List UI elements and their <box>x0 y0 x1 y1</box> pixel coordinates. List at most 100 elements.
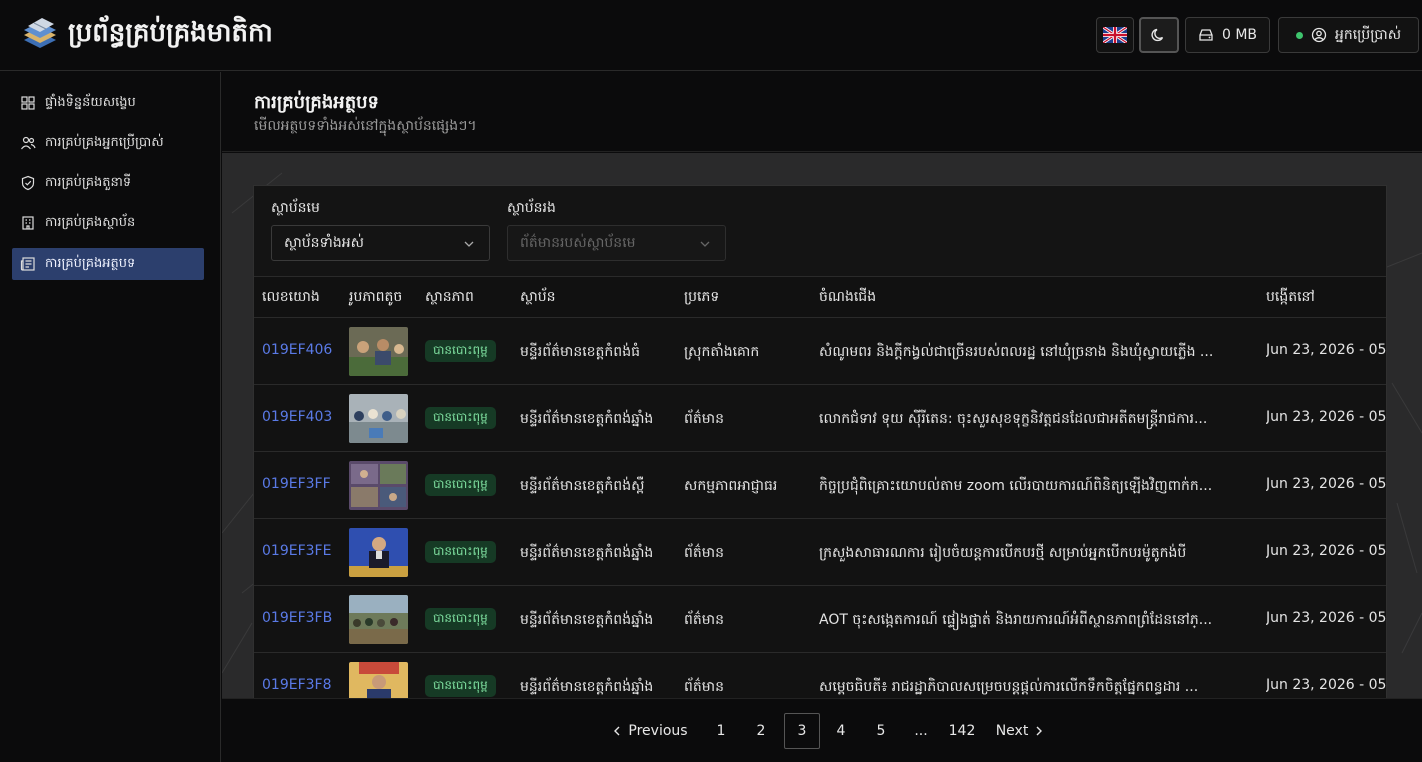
created-cell: Jun 23, 2026 - 05: <box>1266 610 1387 626</box>
sidebar: ផ្ទាំងទិន្នន័យសង្ខេប ការគ្រប់គ្រងអ្នកប្រ… <box>0 72 221 762</box>
article-ref-link[interactable]: 019EF3FE <box>262 543 331 559</box>
created-cell: Jun 23, 2026 - 05: <box>1266 677 1387 693</box>
child-org-placeholder: ព័ត៌មានរបស់ស្ថាប័នមេ <box>520 234 636 251</box>
table-row[interactable]: 019EF403 បានបោះពុម្ព មន្ទីរព័ត៌មានខេត្តក… <box>254 385 1387 452</box>
chevron-down-icon <box>700 241 710 247</box>
title-cell: សម្តេចធិបតី៖ រាជរដ្ឋាភិបាលសម្រេចបន្តផ្តល… <box>819 679 1199 695</box>
created-cell: Jun 23, 2026 - 05: <box>1266 342 1387 358</box>
user-circle-icon <box>1311 27 1327 43</box>
table-row[interactable]: 019EF406 បានបោះពុម្ព មន្ទីរព័ត៌មានខេត្តក… <box>254 318 1387 385</box>
article-ref-link[interactable]: 019EF3FF <box>262 476 331 492</box>
newspaper-icon <box>20 257 35 271</box>
user-menu-button[interactable]: អ្នកប្រើប្រាស់ <box>1278 17 1419 53</box>
storage-label: 0 MB <box>1221 27 1258 43</box>
table-row[interactable]: 019EF3FE បានបោះពុម្ព មន្ទីរព័ត៌មានខេត្តក… <box>254 519 1387 586</box>
dashboard-icon <box>21 96 35 110</box>
table-row[interactable]: 019EF3F8 បានបោះពុម្ព មន្ទីរព័ត៌មានខេត្តក… <box>254 653 1387 698</box>
article-thumbnail[interactable] <box>349 595 408 644</box>
parent-org-select[interactable]: ស្ថាប័នទាំងអស់ <box>271 225 490 261</box>
app-title: ប្រព័ន្ធគ្រប់គ្រងមាតិកា <box>68 18 273 48</box>
type-cell: ព័ត៌មាន <box>684 545 724 561</box>
sidebar-item-articles[interactable]: ការគ្រប់គ្រងអត្ថបទ <box>12 248 204 280</box>
org-cell: មន្ទីរព័ត៌មានខេត្តកំពង់ឆ្នាំង <box>520 679 654 695</box>
column-header-status[interactable]: ស្ថានភាព <box>425 287 474 308</box>
next-page-button[interactable]: Next <box>990 713 1050 749</box>
article-ref-link[interactable]: 019EF403 <box>262 409 332 425</box>
title-cell: ក្រសួងសាធារណការ រៀបចំយន្តការបើកបរថ្មី សម… <box>819 545 1187 561</box>
sidebar-item-dashboard[interactable]: ផ្ទាំងទិន្នន័យសង្ខេប <box>12 87 204 119</box>
status-badge: បានបោះពុម្ព <box>425 474 496 496</box>
created-cell: Jun 23, 2026 - 05: <box>1266 409 1387 425</box>
type-cell: ព័ត៌មាន <box>684 612 724 628</box>
page-subtitle: មើលអត្ថបទទាំងអស់នៅក្នុងស្ថាប័នផ្សេងៗ។ <box>254 118 477 134</box>
page-button-2[interactable]: 2 <box>743 713 779 749</box>
parent-org-label: ស្ថាប័នមេ <box>271 200 320 216</box>
table-row[interactable]: 019EF3FF បានបោះពុម្ព មន្ទីរព័ត៌មានខេត្តក… <box>254 452 1387 519</box>
article-thumbnail[interactable] <box>349 528 408 577</box>
chevron-right-icon <box>1036 726 1043 736</box>
page-button-5[interactable]: 5 <box>863 713 899 749</box>
column-header-ref[interactable]: លេខយោង <box>262 287 320 308</box>
language-button[interactable] <box>1096 17 1134 53</box>
title-cell: កិច្ចប្រជុំពិគ្រោះយោបល់តាម zoom លើរបាយកា… <box>819 478 1213 494</box>
moon-icon <box>1151 28 1164 42</box>
article-thumbnail[interactable] <box>349 327 408 376</box>
table-row[interactable]: 019EF3FB បានបោះពុម្ព មន្ទីរព័ត៌មានខេត្តក… <box>254 586 1387 653</box>
sidebar-item-label: ការគ្រប់គ្រងអ្នកប្រើប្រាស់ <box>45 134 164 150</box>
online-status-dot <box>1295 31 1303 39</box>
pagination-bar: Previous 1 2 3 4 5 ... 142 Next <box>222 698 1422 762</box>
article-thumbnail[interactable] <box>349 662 408 698</box>
type-cell: ព័ត៌មាន <box>684 679 724 695</box>
article-thumbnail[interactable] <box>349 461 408 510</box>
shield-icon <box>21 175 35 191</box>
parent-org-value: ស្ថាប័នទាំងអស់ <box>284 234 364 251</box>
chevron-left-icon <box>614 726 620 736</box>
page-button-1[interactable]: 1 <box>703 713 739 749</box>
article-thumbnail[interactable] <box>349 394 408 443</box>
title-cell: AOT ចុះសង្កេតការណ៍ ផ្ទៀងផ្ទាត់ និងរាយការ… <box>819 612 1213 628</box>
type-cell: ព័ត៌មាន <box>684 411 724 427</box>
child-org-select[interactable]: ព័ត៌មានរបស់ស្ថាប័នមេ <box>507 225 726 261</box>
status-badge: បានបោះពុម្ព <box>425 340 496 362</box>
building-icon <box>22 216 34 230</box>
sidebar-item-roles[interactable]: ការគ្រប់គ្រងតួនាទី <box>12 167 204 199</box>
org-cell: មន្ទីរព័ត៌មានខេត្តកំពង់ស្ពឺ <box>520 478 645 494</box>
type-cell: ស្រុកតាំងគោក <box>684 344 760 360</box>
next-label: Next <box>995 723 1029 739</box>
article-ref-link[interactable]: 019EF406 <box>262 342 332 358</box>
theme-toggle-button[interactable] <box>1139 17 1179 53</box>
title-cell: សំណូមពរ និងក្តីកង្វល់ជាច្រើនរបស់ពលរដ្ឋ ន… <box>819 344 1214 360</box>
page-header: ការគ្រប់គ្រងអត្ថបទ មើលអត្ថបទទាំងអស់នៅក្ន… <box>222 72 1422 152</box>
column-header-thumbnail[interactable]: រូបភាពតូច <box>349 287 402 308</box>
table-header: លេខយោង រូបភាពតូច ស្ថានភាព ស្ថាប័ន ប្រភេទ… <box>254 276 1386 318</box>
article-ref-link[interactable]: 019EF3F8 <box>262 677 332 693</box>
column-header-type[interactable]: ប្រភេទ <box>684 287 719 308</box>
page-button-142[interactable]: 142 <box>942 713 982 749</box>
status-badge: បានបោះពុម្ព <box>425 541 496 563</box>
sidebar-item-label: ការគ្រប់គ្រងស្ថាប័ន <box>45 214 136 230</box>
sidebar-item-users[interactable]: ការគ្រប់គ្រងអ្នកប្រើប្រាស់ <box>12 127 204 159</box>
page-button-4[interactable]: 4 <box>823 713 859 749</box>
app-header: ប្រព័ន្ធគ្រប់គ្រងមាតិកា 0 MB អ្នកប្រើប្រ… <box>0 0 1422 71</box>
storage-button[interactable]: 0 MB <box>1185 17 1270 53</box>
org-cell: មន្ទីរព័ត៌មានខេត្តកំពង់ធំ <box>520 344 640 360</box>
column-header-title[interactable]: ចំណងជើង <box>819 287 876 308</box>
sidebar-item-organizations[interactable]: ការគ្រប់គ្រងស្ថាប័ន <box>12 207 204 239</box>
org-cell: មន្ទីរព័ត៌មានខេត្តកំពង់ឆ្នាំង <box>520 612 654 628</box>
stacked-books-logo-icon <box>24 18 56 48</box>
created-cell: Jun 23, 2026 - 05: <box>1266 543 1387 559</box>
status-badge: បានបោះពុម្ព <box>425 608 496 630</box>
uk-flag-icon <box>1103 27 1127 43</box>
column-header-organization[interactable]: ស្ថាប័ន <box>520 287 556 308</box>
page-button-3-current[interactable]: 3 <box>784 713 820 749</box>
sidebar-item-label: ផ្ទាំងទិន្នន័យសង្ខេប <box>45 94 136 110</box>
sidebar-item-label: ការគ្រប់គ្រងតួនាទី <box>45 174 132 190</box>
title-cell: លោកជំទាវ ទុយ ស៊ីរីតេន: ចុះសួរសុខទុក្ខនិវ… <box>819 411 1208 427</box>
page-title: ការគ្រប់គ្រងអត្ថបទ <box>254 92 379 113</box>
column-header-created[interactable]: បង្កើតនៅ <box>1266 287 1315 308</box>
org-cell: មន្ទីរព័ត៌មានខេត្តកំពង់ឆ្នាំង <box>520 411 654 427</box>
created-cell: Jun 23, 2026 - 05: <box>1266 476 1387 492</box>
previous-page-button[interactable]: Previous <box>608 713 692 749</box>
article-ref-link[interactable]: 019EF3FB <box>262 610 332 626</box>
org-cell: មន្ទីរព័ត៌មានខេត្តកំពង់ឆ្នាំង <box>520 545 654 561</box>
